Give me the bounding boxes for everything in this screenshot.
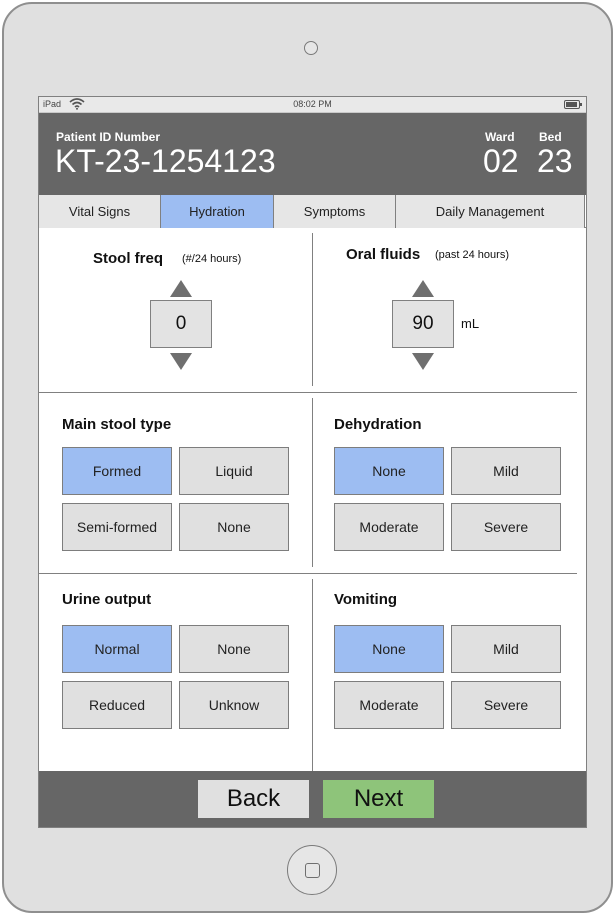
home-square-icon xyxy=(304,862,320,878)
divider xyxy=(312,398,313,567)
stool-freq-title: Stool freq xyxy=(93,250,163,267)
tab-symptoms[interactable]: Symptoms xyxy=(274,195,396,228)
stool-type-formed-button[interactable]: Formed xyxy=(62,447,172,495)
bed-value: 23 xyxy=(537,143,573,179)
ward-label: Ward xyxy=(485,130,515,144)
tab-daily-management[interactable]: Daily Management xyxy=(396,195,585,228)
ward-value: 02 xyxy=(483,143,519,179)
bed-label: Bed xyxy=(539,130,562,144)
divider xyxy=(39,573,577,574)
divider xyxy=(39,392,577,393)
tab-bar: Vital Signs Hydration Symptoms Daily Man… xyxy=(39,195,586,228)
divider xyxy=(312,233,313,386)
dehydration-title: Dehydration xyxy=(334,416,422,433)
dehydration-none-button[interactable]: None xyxy=(334,447,444,495)
tablet-device: iPad 08:02 PM Patient ID Number KT-23-12… xyxy=(2,2,613,913)
tab-vital-signs[interactable]: Vital Signs xyxy=(39,195,161,228)
stool-type-none-button[interactable]: None xyxy=(179,503,289,551)
oral-fluids-increment-arrow-icon[interactable] xyxy=(412,280,434,297)
home-button[interactable] xyxy=(287,845,337,895)
stool-type-liquid-button[interactable]: Liquid xyxy=(179,447,289,495)
urine-reduced-button[interactable]: Reduced xyxy=(62,681,172,729)
app-screen: iPad 08:02 PM Patient ID Number KT-23-12… xyxy=(38,96,587,828)
stool-freq-increment-arrow-icon[interactable] xyxy=(170,280,192,297)
oral-fluids-subtitle: (past 24 hours) xyxy=(435,249,509,261)
patient-id-label: Patient ID Number xyxy=(56,130,161,144)
stool-freq-value[interactable]: 0 xyxy=(150,300,212,348)
dehydration-mild-button[interactable]: Mild xyxy=(451,447,561,495)
tab-hydration[interactable]: Hydration xyxy=(161,195,274,228)
patient-id-value: KT-23-1254123 xyxy=(55,143,276,179)
urine-normal-button[interactable]: Normal xyxy=(62,625,172,673)
stool-freq-decrement-arrow-icon[interactable] xyxy=(170,353,192,370)
oral-fluids-decrement-arrow-icon[interactable] xyxy=(412,353,434,370)
back-button[interactable]: Back xyxy=(198,780,309,818)
urine-unknow-button[interactable]: Unknow xyxy=(179,681,289,729)
status-time: 08:02 PM xyxy=(293,99,332,109)
oral-fluids-unit: mL xyxy=(461,316,480,331)
stool-freq-subtitle: (#/24 hours) xyxy=(182,253,242,265)
dehydration-severe-button[interactable]: Severe xyxy=(451,503,561,551)
urine-output-title: Urine output xyxy=(62,591,152,608)
patient-header: Patient ID Number KT-23-1254123 Ward 02 … xyxy=(39,113,586,195)
next-button[interactable]: Next xyxy=(323,780,434,818)
vomiting-severe-button[interactable]: Severe xyxy=(451,681,561,729)
oral-fluids-value[interactable]: 90 xyxy=(392,300,454,348)
main-stool-type-title: Main stool type xyxy=(62,416,172,433)
footer-bar: Back Next xyxy=(39,771,586,827)
camera-icon xyxy=(304,41,318,55)
oral-fluids-title: Oral fluids xyxy=(346,246,421,263)
battery-icon xyxy=(564,100,582,109)
stool-type-semi-formed-button[interactable]: Semi-formed xyxy=(62,503,172,551)
vomiting-mild-button[interactable]: Mild xyxy=(451,625,561,673)
vomiting-moderate-button[interactable]: Moderate xyxy=(334,681,444,729)
vomiting-none-button[interactable]: None xyxy=(334,625,444,673)
dehydration-moderate-button[interactable]: Moderate xyxy=(334,503,444,551)
urine-none-button[interactable]: None xyxy=(179,625,289,673)
vomiting-title: Vomiting xyxy=(334,591,398,608)
status-bar: iPad 08:02 PM xyxy=(39,97,586,113)
divider xyxy=(312,579,313,771)
